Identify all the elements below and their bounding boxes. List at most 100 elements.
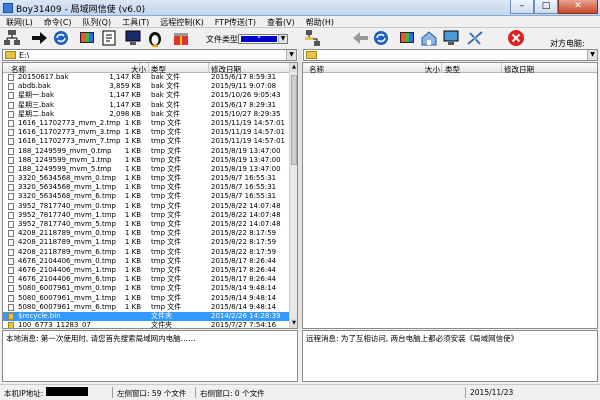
- close-button[interactable]: ✕: [558, 0, 598, 14]
- cell-name: 4676_2104406_mvm_1.tmp: [18, 265, 116, 274]
- table-row[interactable]: 4676_2104406_mvm_1.tmp 1 KB tmp 文件 2015/8/1…: [3, 266, 293, 275]
- table-row[interactable]: 188_1249599_mvm_0.tmp 1 KB tmp 文件 2015/8/19…: [3, 147, 293, 156]
- table-row[interactable]: 3320_5634568_mvm_1.tmp 1 KB tmp 文件 2015/8/7…: [3, 183, 293, 192]
- col-name[interactable]: 名称: [309, 64, 324, 75]
- cell-size: 1 KB: [124, 118, 141, 127]
- scroll-down-icon[interactable]: ▼: [290, 319, 297, 328]
- monitor-icon[interactable]: [124, 29, 142, 47]
- penguin-icon[interactable]: [146, 29, 164, 47]
- table-row[interactable]: 3320_5634568_mvm_0.tmp 1 KB tmp 文件 2015/8/7…: [3, 174, 293, 183]
- file-icon: [8, 110, 14, 118]
- cell-name: 1616_11702773_mvm_3.tmp: [18, 128, 121, 137]
- menu-item[interactable]: 命令(C): [38, 16, 77, 27]
- table-row[interactable]: 星期一.bak 1,147 KB bak 文件 2015/10/26 9:05:43: [3, 91, 293, 100]
- disconnect-icon[interactable]: [466, 29, 484, 47]
- cell-type: tmp 文件: [151, 164, 182, 173]
- palette-icon[interactable]: [398, 29, 416, 47]
- table-row[interactable]: 5080_6007961_mvm_1.tmp 1 KB tmp 文件 2015/8/1…: [3, 294, 293, 303]
- scroll-up-icon[interactable]: ▲: [290, 63, 297, 72]
- cell-name: 4676_2104406_mvm_0.tmp: [18, 256, 116, 265]
- menu-item[interactable]: 联网(L): [0, 16, 38, 27]
- menu-item[interactable]: FTP传送(T): [209, 16, 261, 27]
- table-row[interactable]: 3952_7817740_mvm_0.tmp 1 KB tmp 文件 2015/8/2…: [3, 202, 293, 211]
- right-path-combo[interactable]: ▼: [303, 49, 598, 61]
- network-icon[interactable]: [3, 29, 21, 47]
- table-row[interactable]: 星期二.bak 2,098 KB bak 文件 2015/10/27 8:29:35: [3, 110, 293, 119]
- cell-date: 2015/8/22 8:17:59: [211, 238, 277, 247]
- menu-item[interactable]: 远程控制(K): [154, 16, 209, 27]
- table-row[interactable]: 4208_2118789_mvm_6.tmp 1 KB tmp 文件 2015/8/2…: [3, 248, 293, 257]
- maximize-button[interactable]: □: [534, 0, 558, 14]
- col-size[interactable]: 大小: [425, 64, 440, 75]
- cell-date: 2015/11/19 14:57:01: [211, 118, 286, 127]
- cell-date: 2015/10/26 9:05:43: [211, 91, 281, 100]
- cell-type: tmp 文件: [151, 293, 182, 302]
- chevron-down-icon: ▼: [587, 50, 597, 60]
- palette-icon[interactable]: [78, 29, 96, 47]
- file-type-select[interactable]: * ▼: [238, 34, 288, 44]
- refresh-icon[interactable]: [372, 29, 390, 47]
- refresh-icon[interactable]: [52, 29, 70, 47]
- monitor-icon[interactable]: [442, 29, 460, 47]
- right-file-list[interactable]: 名称 大小 类型 修改日期: [302, 62, 598, 329]
- table-row[interactable]: 5080_6007961_mvm_6.tmp 1 KB tmp 文件 2015/8/1…: [3, 303, 293, 312]
- table-row[interactable]: 4676_2104406_mvm_6.tmp 1 KB tmp 文件 2015/8/1…: [3, 275, 293, 284]
- send-arrow-icon[interactable]: [30, 29, 48, 47]
- file-icon: [8, 202, 14, 210]
- cell-name: 3320_5634568_mvm_1.tmp: [18, 183, 116, 192]
- table-row[interactable]: 100_6773_11283_07 文件夹 2015/7/27 7:54:16: [3, 321, 293, 328]
- cell-size: 1 KB: [124, 210, 141, 219]
- back-arrow-icon[interactable]: [352, 29, 370, 47]
- cell-date: 2015/9/11 9:07:08: [211, 82, 277, 91]
- table-row[interactable]: 4208_2118789_mvm_1.tmp 1 KB tmp 文件 2015/8/2…: [3, 238, 293, 247]
- folder-icon: [5, 51, 16, 59]
- table-row[interactable]: 1616_11702773_mvm_7.tmp 1 KB tmp 文件 2015/11…: [3, 137, 293, 146]
- menu-item[interactable]: 查看(V): [261, 16, 300, 27]
- table-row[interactable]: 3320_5634568_mvm_6.tmp 1 KB tmp 文件 2015/8/7…: [3, 192, 293, 201]
- table-row[interactable]: 3952_7817740_mvm_5.tmp 1 KB tmp 文件 2015/8/2…: [3, 220, 293, 229]
- title-bar: Boy31409 - 局域网信使 (v6.0) – □ ✕: [0, 0, 600, 16]
- table-row[interactable]: 188_1249599_mvm_1.tmp 1 KB tmp 文件 2015/8/19…: [3, 156, 293, 165]
- menu-item[interactable]: 工具(T): [116, 16, 154, 27]
- minimize-button[interactable]: –: [510, 0, 534, 14]
- cell-size: 1 KB: [124, 192, 141, 201]
- cell-name: 星期三.bak: [18, 100, 55, 109]
- menu-item[interactable]: 帮助(H): [300, 16, 339, 27]
- ip-address-value: [46, 387, 88, 396]
- table-row[interactable]: 4208_2118789_mvm_0.tmp 1 KB tmp 文件 2015/8/2…: [3, 229, 293, 238]
- cell-type: tmp 文件: [151, 284, 182, 293]
- scroll-thumb[interactable]: [291, 75, 297, 165]
- left-path-combo[interactable]: E:\ ▼: [2, 49, 297, 61]
- left-scrollbar[interactable]: ▲ ▼: [289, 63, 297, 328]
- table-row[interactable]: 1616_11702773_mvm_3.tmp 1 KB tmp 文件 2015/11…: [3, 128, 293, 137]
- col-type[interactable]: 类型: [445, 64, 460, 75]
- table-row[interactable]: 5080_6007961_mvm_0.tmp 1 KB tmp 文件 2015/8/1…: [3, 284, 293, 293]
- cell-size: 1 KB: [124, 293, 141, 302]
- table-row[interactable]: 3952_7817740_mvm_1.tmp 1 KB tmp 文件 2015/8/2…: [3, 211, 293, 220]
- table-row[interactable]: 星期三.bak 1,147 KB bak 文件 2015/6/17 8:29:31: [3, 101, 293, 110]
- col-modified[interactable]: 修改日期: [504, 64, 534, 75]
- left-toolbar: 文件类型: * ▼: [0, 28, 298, 48]
- left-file-list[interactable]: 名称 大小 类型 修改日期 20150617.bak 1,147 KB bak 文件…: [2, 62, 298, 329]
- cell-name: 5080_6007961_mvm_1.tmp: [18, 293, 116, 302]
- table-row[interactable]: abdb.bak 3,859 KB bak 文件 2015/9/11 9:07:08: [3, 82, 293, 91]
- folder-home-icon[interactable]: [420, 29, 438, 47]
- stop-icon[interactable]: [507, 29, 525, 47]
- cell-type: tmp 文件: [151, 137, 182, 146]
- table-row[interactable]: $recycle.bin 文件夹 2014/2/26 14:28:39: [3, 311, 293, 322]
- right-toolbar: 对方电脑:: [302, 28, 600, 48]
- table-row[interactable]: 188_1249599_mvm_5.tmp 1 KB tmp 文件 2015/8/19…: [3, 165, 293, 174]
- table-row[interactable]: 4676_2104406_mvm_0.tmp 1 KB tmp 文件 2015/8/1…: [3, 257, 293, 266]
- gift-icon[interactable]: [172, 29, 190, 47]
- cell-size: 1,147 KB: [109, 73, 141, 81]
- table-row[interactable]: 20150617.bak 1,147 KB bak 文件 2015/6/17 8:59…: [3, 73, 293, 82]
- menu-item[interactable]: 队列(Q): [77, 16, 117, 27]
- cell-type: bak 文件: [151, 100, 181, 109]
- save-icon[interactable]: [100, 29, 118, 47]
- left-list-header: 名称 大小 类型 修改日期: [3, 63, 291, 74]
- cell-name: 星期一.bak: [18, 91, 55, 100]
- table-row[interactable]: 1616_11702773_mvm_2.tmp 1 KB tmp 文件 2015/11…: [3, 119, 293, 128]
- cell-size: 1 KB: [124, 128, 141, 137]
- cell-date: 2015/8/22 14:07:48: [211, 201, 281, 210]
- network-icon[interactable]: [304, 29, 322, 47]
